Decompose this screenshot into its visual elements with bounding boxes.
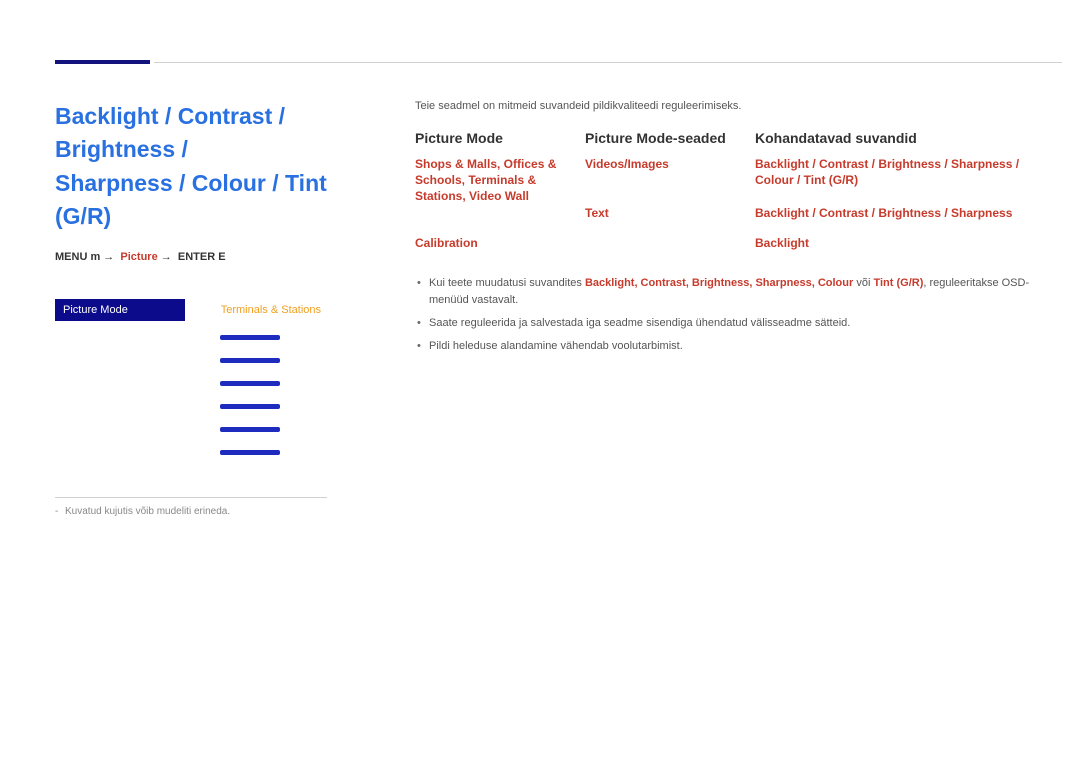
col-picture-mode-settings: Picture Mode-seaded	[585, 130, 755, 156]
cell-c3: Backlight	[755, 235, 1035, 261]
title-line-1: Backlight / Contrast / Brightness /	[55, 103, 285, 162]
col-picture-mode: Picture Mode	[415, 130, 585, 156]
slider-bar	[220, 358, 280, 363]
settings-table: Picture Mode Picture Mode-seaded Kohanda…	[415, 130, 1040, 156]
screenshot-bars	[55, 321, 327, 455]
path-enter: ENTER	[178, 251, 215, 263]
b1-voi: või	[853, 277, 873, 289]
table-row: Calibration Backlight	[415, 235, 1040, 261]
left-column: Backlight / Contrast / Brightness / Shar…	[55, 100, 375, 517]
col-header-c: Kohandatavad suvandid	[755, 130, 1035, 156]
list-item: Saate reguleerida ja salvestada iga sead…	[415, 315, 1040, 332]
footnote: Kuvatud kujutis võib mudeliti erineda.	[55, 506, 375, 517]
screenshot-header-left: Picture Mode	[55, 299, 185, 321]
path-menu: MENU	[55, 251, 87, 263]
cell-a1: Shops & Malls, Offices & Schools, Termin…	[415, 156, 585, 205]
b1-mid: Backlight, Contrast, Brightness, Sharpne…	[585, 277, 853, 289]
b1-tint: Tint (G/R)	[873, 277, 923, 289]
right-column: Teie seadmel on mitmeid suvandeid pildik…	[415, 100, 1040, 361]
cell-b1: Videos/Images	[585, 156, 755, 205]
top-accent-bar	[55, 60, 150, 64]
cell-a3: Calibration	[415, 235, 585, 261]
slider-bar	[220, 404, 280, 409]
slider-bar	[220, 335, 280, 340]
list-item: Pildi heleduse alandamine vähendab voolu…	[415, 338, 1040, 355]
col-header-a: Picture Mode	[415, 130, 585, 156]
table-row: Shops & Malls, Offices & Schools, Termin…	[415, 156, 1040, 205]
top-divider	[154, 62, 1062, 63]
page-title: Backlight / Contrast / Brightness / Shar…	[55, 100, 375, 233]
title-line-2: Sharpness / Colour / Tint (G/R)	[55, 170, 327, 229]
cell-a2	[415, 205, 585, 235]
cell-c2: Backlight / Contrast / Brightness / Shar…	[755, 205, 1035, 235]
path-e: E	[218, 251, 225, 263]
col-header-b: Picture Mode-seaded	[585, 130, 755, 156]
screenshot-header-right: Terminals & Stations	[185, 299, 327, 321]
footnote-divider	[55, 497, 327, 498]
col-custom-options: Kohandatavad suvandid	[755, 130, 1035, 156]
ui-screenshot: Picture Mode Terminals & Stations	[55, 299, 327, 455]
screenshot-header: Picture Mode Terminals & Stations	[55, 299, 327, 321]
bullet-list: Kui teete muudatusi suvandites Backlight…	[415, 275, 1040, 355]
b1-pre: Kui teete muudatusi suvandites	[429, 277, 585, 289]
path-picture: Picture	[120, 251, 157, 263]
slider-bar	[220, 450, 280, 455]
cell-b2: Text	[585, 205, 755, 235]
cell-c1: Backlight / Contrast / Brightness / Shar…	[755, 156, 1035, 205]
slider-bar	[220, 427, 280, 432]
menu-path: MENU m → Picture → ENTER E	[55, 251, 375, 263]
cell-b3	[585, 235, 755, 261]
list-item: Kui teete muudatusi suvandites Backlight…	[415, 275, 1040, 309]
intro-text: Teie seadmel on mitmeid suvandeid pildik…	[415, 100, 1040, 112]
path-m: m	[90, 251, 100, 263]
slider-bar	[220, 381, 280, 386]
table-row: Text Backlight / Contrast / Brightness /…	[415, 205, 1040, 235]
